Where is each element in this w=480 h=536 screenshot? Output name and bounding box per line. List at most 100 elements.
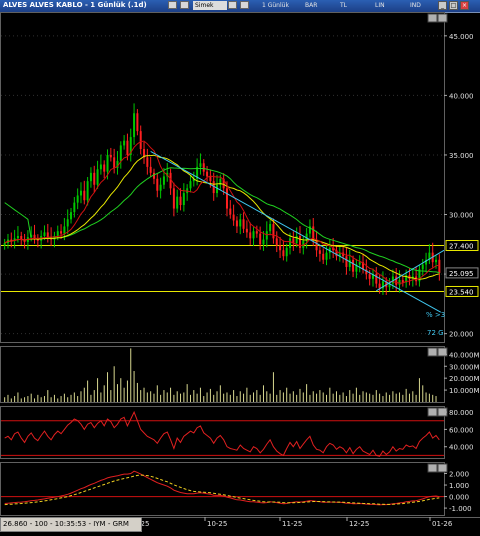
checkbox-icon[interactable]: [168, 1, 177, 9]
y-tick-label: 30.000: [449, 212, 474, 220]
macd-signal-line: [4, 474, 440, 506]
candle-body: [398, 280, 401, 285]
candle-body: [103, 164, 106, 172]
y-tick-label: 35.000: [449, 152, 474, 160]
candle-body: [86, 181, 89, 201]
candle-body: [179, 196, 182, 205]
macd-panel: 2.000 1.000 0.000 -1.000: [0, 462, 472, 516]
candle-body: [315, 240, 318, 251]
candle-body: [106, 154, 109, 172]
panel-button-icon: [427, 407, 438, 417]
candle-body: [76, 195, 79, 203]
candle-body: [352, 259, 355, 272]
y-tick-label: 60.000: [449, 426, 474, 434]
candle-body: [56, 231, 59, 236]
candle-body: [275, 238, 278, 246]
price-level-label: 23.540: [449, 288, 474, 296]
y-tick-label: 1.000: [449, 482, 469, 490]
y-tick-label: 30.000M: [449, 363, 480, 371]
candle-body: [156, 178, 159, 191]
candle-body: [279, 245, 282, 251]
candle-body: [126, 140, 129, 155]
candle-body: [93, 172, 96, 185]
period-button[interactable]: 1 Günlük: [262, 1, 289, 10]
candle-body: [249, 232, 252, 239]
close-icon[interactable]: ×: [460, 1, 469, 10]
candle-body: [239, 219, 242, 227]
y-tick-label: 40.000: [449, 444, 474, 452]
candle-body: [401, 280, 404, 283]
panel-button-icon: [427, 13, 438, 23]
candle-body: [245, 228, 248, 233]
panel-button-icon: [427, 347, 438, 357]
y-tick-label: 80.000: [449, 409, 474, 417]
trend-line: [376, 249, 445, 292]
chart-area: 45.00040.00035.00030.00025.00020.00027.4…: [0, 12, 480, 528]
y-tick-label: 45.000: [449, 33, 474, 41]
minimize-icon[interactable]: _: [438, 1, 447, 10]
candle-body: [146, 157, 149, 167]
candle-body: [79, 190, 82, 196]
candle-body: [295, 235, 298, 244]
candle-body: [3, 243, 6, 246]
y-tick-label: -1.000: [449, 505, 472, 513]
tl-button[interactable]: TL: [340, 1, 347, 10]
candle-body: [176, 196, 179, 209]
candle-body: [255, 231, 258, 234]
symbol-field[interactable]: Simek: [193, 1, 227, 10]
candle-body: [46, 232, 49, 238]
maximize-icon[interactable]: □: [449, 1, 458, 10]
price-level-label: 27.400: [449, 243, 474, 251]
candle-body: [232, 214, 235, 221]
bar-button[interactable]: BAR: [305, 1, 317, 10]
y-tick-label: 40.000: [449, 92, 474, 100]
candle-body: [109, 154, 112, 158]
candle-body: [235, 220, 238, 227]
candle-body: [269, 224, 272, 232]
candle-body: [229, 208, 232, 215]
candle-body: [139, 131, 142, 150]
candle-body: [368, 274, 371, 279]
candle-body: [289, 238, 292, 248]
candle-body: [322, 253, 325, 260]
x-tick-label: 11-25: [282, 520, 302, 528]
candle-body: [119, 145, 122, 161]
candle-body: [206, 171, 209, 177]
candle-body: [89, 172, 92, 182]
candle-body: [66, 219, 69, 227]
candle-body: [123, 140, 126, 146]
candle-body: [149, 166, 152, 173]
checkbox-icon[interactable]: [228, 1, 237, 9]
status-bar: 26.860 - 100 - 10:35:53 - IYM - GRM: [0, 517, 142, 532]
checkbox-icon[interactable]: [240, 1, 249, 9]
candle-body: [262, 239, 265, 245]
candle-body: [43, 232, 46, 236]
candle-body: [96, 169, 99, 185]
panel-button-icon: [437, 13, 448, 23]
y-tick-label: 20.000M: [449, 375, 480, 383]
candle-body: [33, 234, 36, 239]
candle-body: [438, 259, 441, 273]
candle-body: [209, 176, 212, 182]
candle-body: [395, 276, 398, 285]
panel-button-icon: [427, 463, 438, 473]
macd-line: [4, 470, 440, 506]
candle-body: [199, 163, 202, 167]
candle-body: [225, 188, 228, 209]
y-tick-label: 40.000M: [449, 351, 480, 359]
x-tick-label: 12-25: [349, 520, 369, 528]
candle-body: [252, 231, 255, 239]
candle-body: [318, 250, 321, 254]
checkbox-icon[interactable]: [180, 1, 189, 9]
ind-button[interactable]: IND: [410, 1, 421, 10]
price-panel: 45.00040.00035.00030.00025.00020.00027.4…: [0, 12, 479, 343]
macd-panel-frame: [0, 462, 445, 516]
x-tick-label: 01-26: [432, 520, 453, 528]
lin-button[interactable]: LIN: [375, 1, 385, 10]
rsi-panel: 80.000 60.000 40.000: [0, 406, 474, 459]
candle-body: [60, 231, 63, 234]
candle-body: [285, 247, 288, 257]
candle-body: [136, 113, 139, 132]
y-tick-label: 2.000: [449, 471, 469, 479]
y-tick-label: 20.000: [449, 331, 474, 339]
